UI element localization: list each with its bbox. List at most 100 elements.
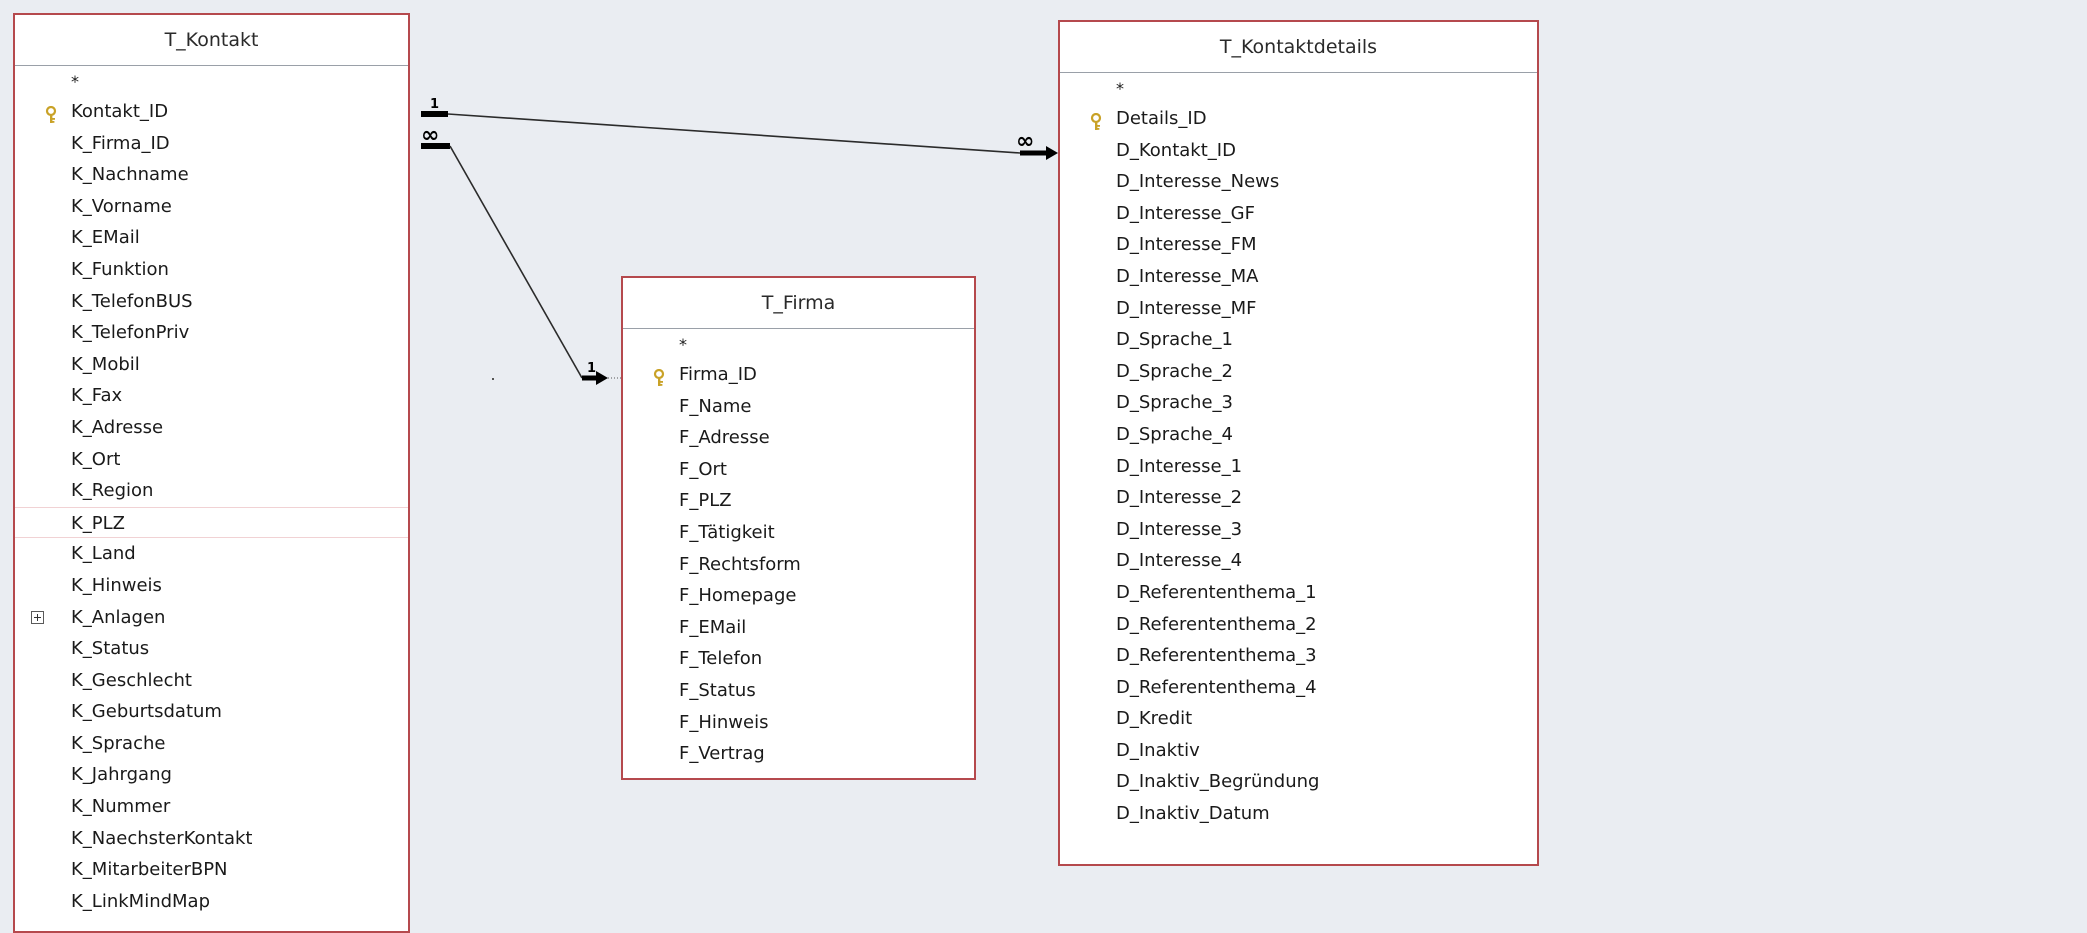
field-label: K_Hinweis xyxy=(71,574,162,596)
rel-arrow-head xyxy=(1046,146,1058,160)
field-f-status[interactable]: F_Status xyxy=(623,675,974,707)
field-all-columns[interactable]: * xyxy=(623,331,974,359)
field-k-region[interactable]: K_Region xyxy=(15,475,408,507)
field-label: K_EMail xyxy=(71,227,140,249)
field-k-mobil[interactable]: K_Mobil xyxy=(15,349,408,381)
field-f-t-tigkeit[interactable]: F_Tätigkeit xyxy=(623,517,974,549)
field-d-interesse-2[interactable]: D_Interesse_2 xyxy=(1060,482,1537,514)
relationship-kontakt-kontaktdetails[interactable]: 1 ∞ xyxy=(421,97,1060,160)
field-f-hinweis[interactable]: F_Hinweis xyxy=(623,707,974,739)
field-f-name[interactable]: F_Name xyxy=(623,391,974,423)
field-all-columns[interactable]: * xyxy=(15,68,408,96)
field-k-fax[interactable]: K_Fax xyxy=(15,380,408,412)
field-d-sprache-1[interactable]: D_Sprache_1 xyxy=(1060,324,1537,356)
table-t-kontakt[interactable]: T_Kontakt * Kontakt_ID K_Firma_ID K_Nachnam… xyxy=(13,13,410,933)
field-k-ort[interactable]: K_Ort xyxy=(15,444,408,476)
field-f-rechtsform[interactable]: F_Rechtsform xyxy=(623,549,974,581)
field-label: F_Hinweis xyxy=(679,711,769,733)
field-d-interesse-fm[interactable]: D_Interesse_FM xyxy=(1060,229,1537,261)
field-k-geschlecht[interactable]: K_Geschlecht xyxy=(15,665,408,697)
field-k-plz[interactable]: K_PLZ xyxy=(15,506,408,539)
field-k-nachname[interactable]: K_Nachname xyxy=(15,159,408,191)
field-details-id[interactable]: Details_ID xyxy=(1060,103,1537,135)
field-label: F_Status xyxy=(679,679,756,701)
field-f-vertrag[interactable]: F_Vertrag xyxy=(623,738,974,770)
relationships-canvas[interactable]: 1 ∞ ∞ 1 T_Kontakt * Kontakt_ID K_Firma_ID K… xyxy=(0,0,2087,933)
field-d-referententhema-4[interactable]: D_Referententhema_4 xyxy=(1060,672,1537,704)
field-k-naechsterkontakt[interactable]: K_NaechsterKontakt xyxy=(15,823,408,855)
field-f-ort[interactable]: F_Ort xyxy=(623,454,974,486)
field-d-inaktiv[interactable]: D_Inaktiv xyxy=(1060,735,1537,767)
field-d-interesse-3[interactable]: D_Interesse_3 xyxy=(1060,514,1537,546)
field-f-plz[interactable]: F_PLZ xyxy=(623,485,974,517)
field-label: K_MitarbeiterBPN xyxy=(71,859,228,881)
field-k-telefonbus[interactable]: K_TelefonBUS xyxy=(15,286,408,318)
field-d-referententhema-3[interactable]: D_Referententhema_3 xyxy=(1060,640,1537,672)
field-d-kontakt-id[interactable]: D_Kontakt_ID xyxy=(1060,135,1537,167)
field-label: K_Nummer xyxy=(71,796,171,818)
field-d-interesse-1[interactable]: D_Interesse_1 xyxy=(1060,451,1537,483)
field-d-referententhema-1[interactable]: D_Referententhema_1 xyxy=(1060,577,1537,609)
field-k-land[interactable]: K_Land xyxy=(15,538,408,570)
table-title[interactable]: T_Firma xyxy=(623,278,974,329)
table-t-firma[interactable]: T_Firma * Firma_ID F_Name F_Adresse F_Ort F_P… xyxy=(621,276,976,780)
field-f-telefon[interactable]: F_Telefon xyxy=(623,643,974,675)
field-label: D_Interesse_1 xyxy=(1116,455,1243,477)
field-f-homepage[interactable]: F_Homepage xyxy=(623,580,974,612)
field-k-adresse[interactable]: K_Adresse xyxy=(15,412,408,444)
field-k-hinweis[interactable]: K_Hinweis xyxy=(15,570,408,602)
field-d-inaktiv-begr-ndung[interactable]: D_Inaktiv_Begründung xyxy=(1060,766,1537,798)
field-label: D_Kredit xyxy=(1116,708,1193,730)
field-k-linkmindmap[interactable]: K_LinkMindMap xyxy=(15,886,408,918)
field-d-sprache-3[interactable]: D_Sprache_3 xyxy=(1060,387,1537,419)
field-list[interactable]: * Firma_ID F_Name F_Adresse F_Ort F_PLZ F_Täti… xyxy=(623,331,974,770)
field-kontakt-id[interactable]: Kontakt_ID xyxy=(15,96,408,128)
field-label: D_Interesse_4 xyxy=(1116,550,1243,572)
field-d-interesse-mf[interactable]: D_Interesse_MF xyxy=(1060,293,1537,325)
table-title[interactable]: T_Kontakt xyxy=(15,15,408,66)
field-label: D_Interesse_2 xyxy=(1116,487,1243,509)
field-d-sprache-4[interactable]: D_Sprache_4 xyxy=(1060,419,1537,451)
table-title[interactable]: T_Kontaktdetails xyxy=(1060,22,1537,73)
field-label: D_Interesse_MF xyxy=(1116,297,1257,319)
field-k-status[interactable]: K_Status xyxy=(15,633,408,665)
field-k-funktion[interactable]: K_Funktion xyxy=(15,254,408,286)
field-k-nummer[interactable]: K_Nummer xyxy=(15,791,408,823)
field-label: D_Interesse_GF xyxy=(1116,202,1255,224)
field-k-jahrgang[interactable]: K_Jahrgang xyxy=(15,759,408,791)
field-firma-id[interactable]: Firma_ID xyxy=(623,359,974,391)
field-label: D_Sprache_2 xyxy=(1116,360,1233,382)
field-label: F_Telefon xyxy=(679,648,763,670)
field-k-geburtsdatum[interactable]: K_Geburtsdatum xyxy=(15,696,408,728)
field-d-kredit[interactable]: D_Kredit xyxy=(1060,703,1537,735)
expand-plus-icon[interactable] xyxy=(31,610,44,624)
field-list[interactable]: * Kontakt_ID K_Firma_ID K_Nachname K_Vorname… xyxy=(15,68,408,917)
field-d-interesse-news[interactable]: D_Interesse_News xyxy=(1060,166,1537,198)
field-k-anlagen[interactable]: K_Anlagen xyxy=(15,602,408,634)
field-label: K_Funktion xyxy=(71,258,169,280)
field-k-firma-id[interactable]: K_Firma_ID xyxy=(15,128,408,160)
field-k-vorname[interactable]: K_Vorname xyxy=(15,191,408,223)
rel-line xyxy=(447,113,1021,154)
field-label: K_TelefonPriv xyxy=(71,322,190,344)
field-d-sprache-2[interactable]: D_Sprache_2 xyxy=(1060,356,1537,388)
field-d-inaktiv-datum[interactable]: D_Inaktiv_Datum xyxy=(1060,798,1537,830)
field-d-interesse-ma[interactable]: D_Interesse_MA xyxy=(1060,261,1537,293)
field-list[interactable]: * Details_ID D_Kontakt_ID D_Interesse_News D… xyxy=(1060,75,1537,830)
field-f-adresse[interactable]: F_Adresse xyxy=(623,422,974,454)
field-all-columns[interactable]: * xyxy=(1060,75,1537,103)
relationship-kontakt-firma[interactable]: ∞ 1 xyxy=(421,123,621,385)
rel-label-one: 1 xyxy=(587,361,596,376)
field-k-mitarbeiterbpn[interactable]: K_MitarbeiterBPN xyxy=(15,854,408,886)
field-f-email[interactable]: F_EMail xyxy=(623,612,974,644)
field-k-telefonpriv[interactable]: K_TelefonPriv xyxy=(15,317,408,349)
field-k-email[interactable]: K_EMail xyxy=(15,222,408,254)
field-k-sprache[interactable]: K_Sprache xyxy=(15,728,408,760)
field-label: K_Geburtsdatum xyxy=(71,701,222,723)
table-t-kontaktdetails[interactable]: T_Kontaktdetails * Details_ID D_Kontakt_ID… xyxy=(1058,20,1539,866)
field-d-interesse-gf[interactable]: D_Interesse_GF xyxy=(1060,198,1537,230)
field-d-referententhema-2[interactable]: D_Referententhema_2 xyxy=(1060,609,1537,641)
field-d-interesse-4[interactable]: D_Interesse_4 xyxy=(1060,545,1537,577)
field-label: D_Inaktiv xyxy=(1116,739,1200,761)
field-label: K_Mobil xyxy=(71,353,140,375)
